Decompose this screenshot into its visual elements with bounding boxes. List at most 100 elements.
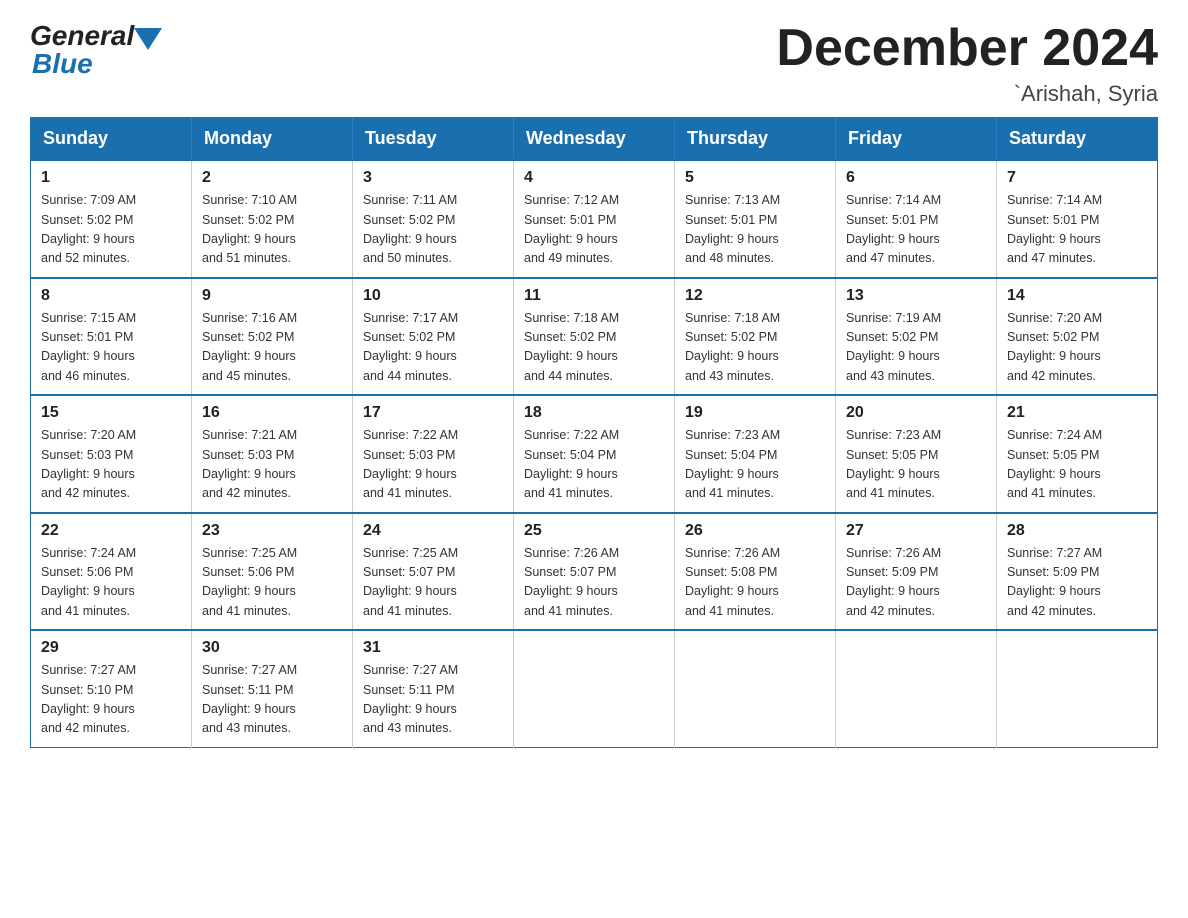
calendar-day-cell: 8 Sunrise: 7:15 AM Sunset: 5:01 PM Dayli… — [31, 278, 192, 396]
calendar-day-cell: 25 Sunrise: 7:26 AM Sunset: 5:07 PM Dayl… — [514, 513, 675, 631]
day-number: 21 — [1007, 404, 1147, 422]
calendar-day-cell: 19 Sunrise: 7:23 AM Sunset: 5:04 PM Dayl… — [675, 395, 836, 513]
title-area: December 2024 `Arishah, Syria — [776, 20, 1158, 107]
calendar-day-cell: 29 Sunrise: 7:27 AM Sunset: 5:10 PM Dayl… — [31, 630, 192, 747]
calendar-day-cell: 1 Sunrise: 7:09 AM Sunset: 5:02 PM Dayli… — [31, 160, 192, 278]
calendar-day-cell: 26 Sunrise: 7:26 AM Sunset: 5:08 PM Dayl… — [675, 513, 836, 631]
day-number: 10 — [363, 287, 503, 305]
day-number: 31 — [363, 639, 503, 657]
logo: General Blue — [30, 20, 162, 80]
day-info: Sunrise: 7:15 AM Sunset: 5:01 PM Dayligh… — [41, 309, 181, 387]
calendar-day-cell: 24 Sunrise: 7:25 AM Sunset: 5:07 PM Dayl… — [353, 513, 514, 631]
day-number: 25 — [524, 522, 664, 540]
calendar-day-cell: 14 Sunrise: 7:20 AM Sunset: 5:02 PM Dayl… — [997, 278, 1158, 396]
day-number: 29 — [41, 639, 181, 657]
calendar-day-cell: 2 Sunrise: 7:10 AM Sunset: 5:02 PM Dayli… — [192, 160, 353, 278]
calendar-day-cell: 10 Sunrise: 7:17 AM Sunset: 5:02 PM Dayl… — [353, 278, 514, 396]
day-number: 14 — [1007, 287, 1147, 305]
day-number: 26 — [685, 522, 825, 540]
calendar-day-cell: 11 Sunrise: 7:18 AM Sunset: 5:02 PM Dayl… — [514, 278, 675, 396]
weekday-header-thursday: Thursday — [675, 118, 836, 161]
weekday-header-sunday: Sunday — [31, 118, 192, 161]
day-info: Sunrise: 7:12 AM Sunset: 5:01 PM Dayligh… — [524, 191, 664, 269]
day-number: 8 — [41, 287, 181, 305]
day-info: Sunrise: 7:27 AM Sunset: 5:09 PM Dayligh… — [1007, 544, 1147, 622]
calendar-day-cell: 7 Sunrise: 7:14 AM Sunset: 5:01 PM Dayli… — [997, 160, 1158, 278]
day-info: Sunrise: 7:26 AM Sunset: 5:09 PM Dayligh… — [846, 544, 986, 622]
day-number: 30 — [202, 639, 342, 657]
day-number: 12 — [685, 287, 825, 305]
calendar-day-cell: 13 Sunrise: 7:19 AM Sunset: 5:02 PM Dayl… — [836, 278, 997, 396]
day-info: Sunrise: 7:16 AM Sunset: 5:02 PM Dayligh… — [202, 309, 342, 387]
day-number: 15 — [41, 404, 181, 422]
day-number: 28 — [1007, 522, 1147, 540]
day-info: Sunrise: 7:18 AM Sunset: 5:02 PM Dayligh… — [685, 309, 825, 387]
weekday-header-row: SundayMondayTuesdayWednesdayThursdayFrid… — [31, 118, 1158, 161]
day-info: Sunrise: 7:26 AM Sunset: 5:08 PM Dayligh… — [685, 544, 825, 622]
day-info: Sunrise: 7:27 AM Sunset: 5:11 PM Dayligh… — [202, 661, 342, 739]
weekday-header-monday: Monday — [192, 118, 353, 161]
calendar-day-cell: 6 Sunrise: 7:14 AM Sunset: 5:01 PM Dayli… — [836, 160, 997, 278]
calendar-empty-cell — [997, 630, 1158, 747]
calendar-day-cell: 16 Sunrise: 7:21 AM Sunset: 5:03 PM Dayl… — [192, 395, 353, 513]
calendar-day-cell: 5 Sunrise: 7:13 AM Sunset: 5:01 PM Dayli… — [675, 160, 836, 278]
day-info: Sunrise: 7:13 AM Sunset: 5:01 PM Dayligh… — [685, 191, 825, 269]
header: General Blue December 2024 `Arishah, Syr… — [30, 20, 1158, 107]
day-info: Sunrise: 7:25 AM Sunset: 5:06 PM Dayligh… — [202, 544, 342, 622]
day-info: Sunrise: 7:18 AM Sunset: 5:02 PM Dayligh… — [524, 309, 664, 387]
calendar-day-cell: 31 Sunrise: 7:27 AM Sunset: 5:11 PM Dayl… — [353, 630, 514, 747]
day-info: Sunrise: 7:27 AM Sunset: 5:11 PM Dayligh… — [363, 661, 503, 739]
day-number: 20 — [846, 404, 986, 422]
month-title: December 2024 — [776, 20, 1158, 77]
calendar-day-cell: 12 Sunrise: 7:18 AM Sunset: 5:02 PM Dayl… — [675, 278, 836, 396]
calendar-week-row: 8 Sunrise: 7:15 AM Sunset: 5:01 PM Dayli… — [31, 278, 1158, 396]
location-title: `Arishah, Syria — [776, 81, 1158, 107]
calendar-day-cell: 15 Sunrise: 7:20 AM Sunset: 5:03 PM Dayl… — [31, 395, 192, 513]
day-info: Sunrise: 7:26 AM Sunset: 5:07 PM Dayligh… — [524, 544, 664, 622]
day-info: Sunrise: 7:23 AM Sunset: 5:04 PM Dayligh… — [685, 426, 825, 504]
day-number: 1 — [41, 169, 181, 187]
calendar-day-cell: 30 Sunrise: 7:27 AM Sunset: 5:11 PM Dayl… — [192, 630, 353, 747]
logo-triangle-icon — [134, 28, 162, 50]
calendar-week-row: 29 Sunrise: 7:27 AM Sunset: 5:10 PM Dayl… — [31, 630, 1158, 747]
logo-blue-text: Blue — [32, 48, 162, 80]
day-info: Sunrise: 7:25 AM Sunset: 5:07 PM Dayligh… — [363, 544, 503, 622]
calendar-week-row: 22 Sunrise: 7:24 AM Sunset: 5:06 PM Dayl… — [31, 513, 1158, 631]
day-number: 9 — [202, 287, 342, 305]
weekday-header-saturday: Saturday — [997, 118, 1158, 161]
day-info: Sunrise: 7:19 AM Sunset: 5:02 PM Dayligh… — [846, 309, 986, 387]
calendar-day-cell: 17 Sunrise: 7:22 AM Sunset: 5:03 PM Dayl… — [353, 395, 514, 513]
day-info: Sunrise: 7:11 AM Sunset: 5:02 PM Dayligh… — [363, 191, 503, 269]
day-number: 13 — [846, 287, 986, 305]
day-number: 4 — [524, 169, 664, 187]
day-number: 3 — [363, 169, 503, 187]
day-info: Sunrise: 7:20 AM Sunset: 5:02 PM Dayligh… — [1007, 309, 1147, 387]
day-info: Sunrise: 7:22 AM Sunset: 5:03 PM Dayligh… — [363, 426, 503, 504]
calendar-empty-cell — [675, 630, 836, 747]
calendar-week-row: 1 Sunrise: 7:09 AM Sunset: 5:02 PM Dayli… — [31, 160, 1158, 278]
calendar-empty-cell — [514, 630, 675, 747]
day-number: 22 — [41, 522, 181, 540]
calendar-day-cell: 3 Sunrise: 7:11 AM Sunset: 5:02 PM Dayli… — [353, 160, 514, 278]
calendar-day-cell: 18 Sunrise: 7:22 AM Sunset: 5:04 PM Dayl… — [514, 395, 675, 513]
calendar-day-cell: 27 Sunrise: 7:26 AM Sunset: 5:09 PM Dayl… — [836, 513, 997, 631]
day-number: 19 — [685, 404, 825, 422]
calendar-day-cell: 20 Sunrise: 7:23 AM Sunset: 5:05 PM Dayl… — [836, 395, 997, 513]
day-number: 16 — [202, 404, 342, 422]
day-info: Sunrise: 7:20 AM Sunset: 5:03 PM Dayligh… — [41, 426, 181, 504]
day-number: 2 — [202, 169, 342, 187]
day-info: Sunrise: 7:23 AM Sunset: 5:05 PM Dayligh… — [846, 426, 986, 504]
calendar-empty-cell — [836, 630, 997, 747]
weekday-header-tuesday: Tuesday — [353, 118, 514, 161]
day-number: 7 — [1007, 169, 1147, 187]
calendar-day-cell: 21 Sunrise: 7:24 AM Sunset: 5:05 PM Dayl… — [997, 395, 1158, 513]
day-number: 5 — [685, 169, 825, 187]
day-info: Sunrise: 7:27 AM Sunset: 5:10 PM Dayligh… — [41, 661, 181, 739]
day-info: Sunrise: 7:22 AM Sunset: 5:04 PM Dayligh… — [524, 426, 664, 504]
day-info: Sunrise: 7:24 AM Sunset: 5:05 PM Dayligh… — [1007, 426, 1147, 504]
weekday-header-friday: Friday — [836, 118, 997, 161]
day-number: 23 — [202, 522, 342, 540]
day-number: 27 — [846, 522, 986, 540]
day-info: Sunrise: 7:17 AM Sunset: 5:02 PM Dayligh… — [363, 309, 503, 387]
calendar-day-cell: 22 Sunrise: 7:24 AM Sunset: 5:06 PM Dayl… — [31, 513, 192, 631]
